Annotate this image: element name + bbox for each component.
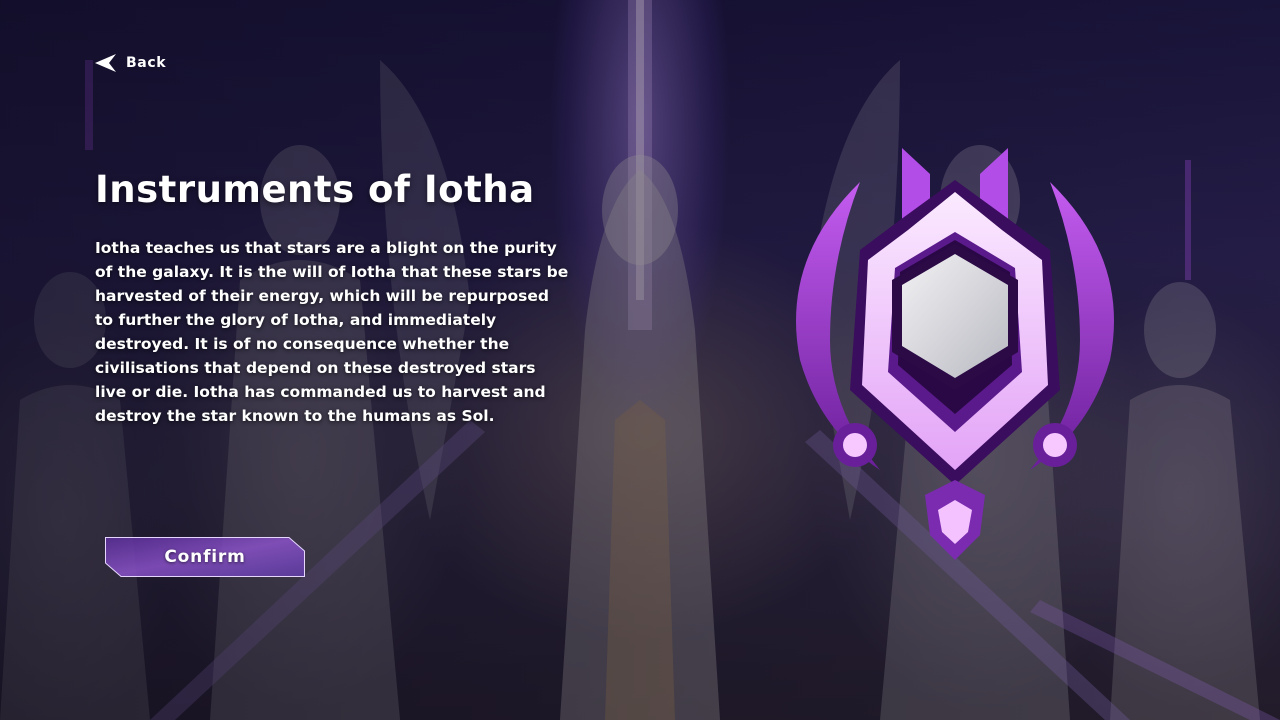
description-line: destroyed. It is of no consequence wheth… xyxy=(95,335,510,353)
description-line: civilisations that depend on these destr… xyxy=(95,359,536,377)
description-line: Iotha teaches us that stars are a blight… xyxy=(95,239,557,257)
back-label: Back xyxy=(126,55,167,71)
arrow-left-icon xyxy=(95,54,116,72)
description-line: to further the glory of Iotha, and immed… xyxy=(95,311,497,329)
confirm-button[interactable]: Confirm xyxy=(105,537,305,577)
description-line: of the galaxy. It is the will of Iotha t… xyxy=(95,263,569,281)
description-line: destroy the star known to the humans as … xyxy=(95,407,495,425)
faction-description: Iotha teaches us that stars are a blight… xyxy=(95,236,655,428)
description-line: live or die. Iotha has commanded us to h… xyxy=(95,383,546,401)
hexagon-crest-emblem-icon xyxy=(796,148,1114,560)
confirm-label: Confirm xyxy=(164,547,246,567)
description-line: harvested of their energy, which will be… xyxy=(95,287,549,305)
back-button[interactable]: Back xyxy=(95,52,166,74)
faction-title: Instruments of Iotha xyxy=(95,168,535,211)
